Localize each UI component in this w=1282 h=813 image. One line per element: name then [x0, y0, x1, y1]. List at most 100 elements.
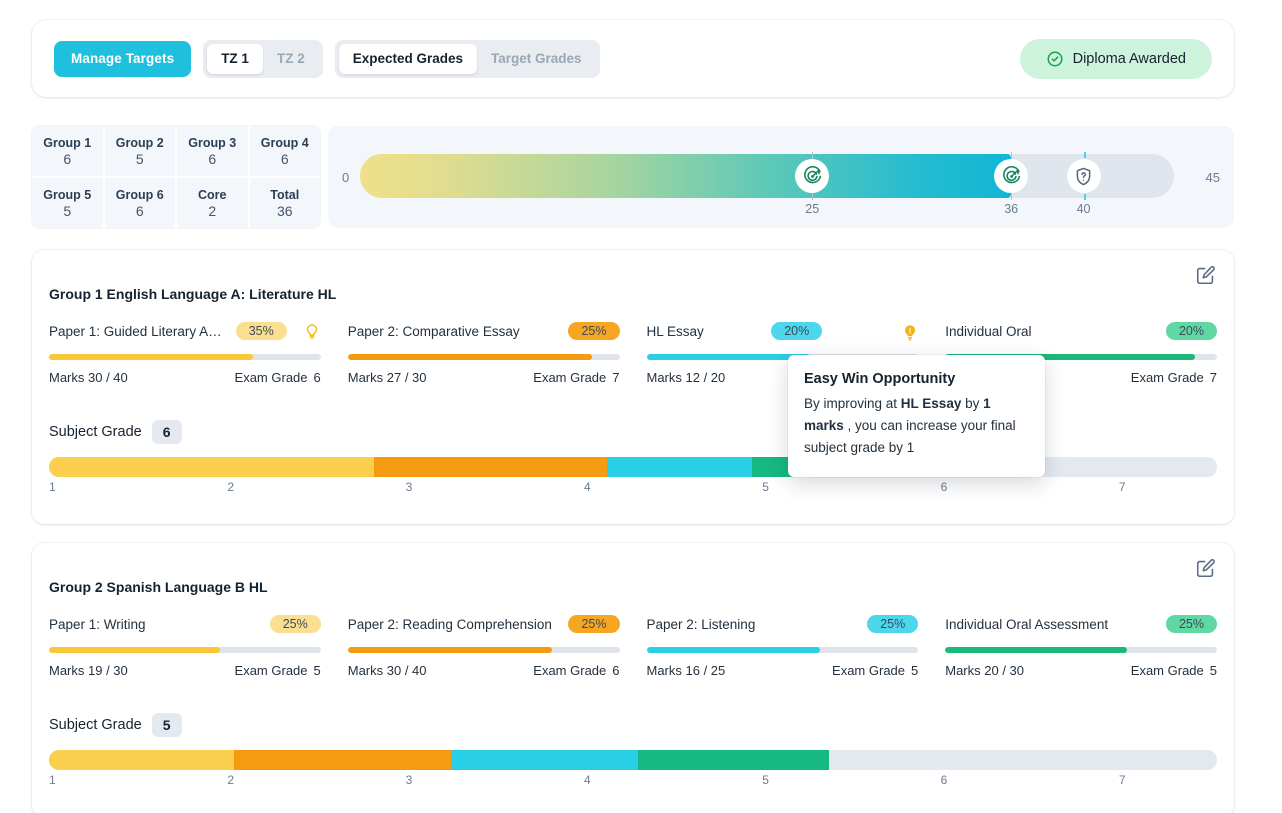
- subject-card-group-2: Group 2 Spanish Language B HL Paper 1: W…: [32, 543, 1234, 813]
- grade-scale-tick: 5: [762, 480, 769, 494]
- diploma-status-badge: Diploma Awarded: [1020, 39, 1212, 79]
- component-progress-bar: [945, 647, 1217, 653]
- group-value: 6: [136, 203, 144, 219]
- component-marks: Marks 16 / 25: [647, 663, 726, 678]
- tab-tz-1[interactable]: TZ 1: [207, 44, 263, 74]
- grade-band-segment: [374, 457, 608, 477]
- page-title-subject-2: Group 2 Spanish Language B HL: [49, 579, 268, 595]
- component-item[interactable]: Paper 2: Listening 25% Marks 16 / 25 Exa…: [647, 613, 919, 678]
- subject-grade-scale-labels: 1234567: [49, 773, 1217, 789]
- component-item[interactable]: Paper 2: Reading Comprehension 25% Marks…: [348, 613, 620, 678]
- group-label: Group 2: [116, 136, 164, 150]
- grade-scale-tick: 6: [941, 480, 948, 494]
- axis-max-label: 45: [1206, 170, 1220, 185]
- group-scores-grid: Group 1 6 Group 2 5 Group 3 6 Group 4 6 …: [32, 126, 320, 228]
- edit-square-icon[interactable]: [1194, 557, 1218, 581]
- weight-badge: 20%: [771, 322, 822, 340]
- marker-label: 25: [805, 202, 819, 216]
- group-label: Core: [198, 188, 226, 202]
- tab-expected-grades[interactable]: Expected Grades: [339, 44, 477, 74]
- weight-badge: 25%: [1166, 615, 1217, 633]
- grade-scale-tick: 3: [406, 480, 413, 494]
- grade-scale-tick: 1: [49, 773, 56, 787]
- page-title-subject-1: Group 1 English Language A: Literature H…: [49, 286, 336, 302]
- manage-targets-button[interactable]: Manage Targets: [54, 41, 191, 77]
- grade-scale-tick: 2: [227, 480, 234, 494]
- grade-scale-tick: 4: [584, 480, 591, 494]
- component-grade: Exam Grade6: [235, 370, 321, 385]
- component-marks: Marks 30 / 40: [348, 663, 427, 678]
- group-label: Group 4: [261, 136, 309, 150]
- group-cell: Group 3 6: [177, 126, 248, 176]
- shield-question-icon-marker-40[interactable]: [1070, 162, 1098, 190]
- component-name: Paper 2: Reading Comprehension: [348, 617, 552, 632]
- points-track: [360, 154, 1174, 198]
- subject-grade-scale-bar: [49, 750, 1217, 770]
- component-progress-bar: [49, 647, 321, 653]
- grade-band-segment: [638, 750, 830, 770]
- edit-square-icon[interactable]: [1194, 264, 1218, 288]
- component-progress-bar: [348, 354, 620, 360]
- subject-grade-label: Subject Grade: [49, 424, 142, 440]
- component-grade: Exam Grade5: [235, 663, 321, 678]
- lightbulb-icon-active[interactable]: [900, 322, 918, 340]
- subject-grade-row-1: Subject Grade 6: [49, 420, 182, 444]
- component-name: Paper 2: Listening: [647, 617, 756, 632]
- group-value: 36: [277, 203, 293, 219]
- component-name: Paper 1: Writing: [49, 617, 146, 632]
- lightbulb-icon[interactable]: [303, 322, 321, 340]
- component-marks: Marks 19 / 30: [49, 663, 128, 678]
- tooltip-title: Easy Win Opportunity: [804, 371, 1029, 387]
- grade-band-segment: [49, 750, 234, 770]
- grade-band-segment: [451, 750, 638, 770]
- group-value: 6: [63, 151, 71, 167]
- component-name: Individual Oral: [945, 324, 1031, 339]
- subject-grade-value: 5: [152, 713, 182, 737]
- group-value: 5: [63, 203, 71, 219]
- grade-scale-tick: 3: [406, 773, 413, 787]
- component-progress-bar: [647, 647, 919, 653]
- components-row-2: Paper 1: Writing 25% Marks 19 / 30 Exam …: [49, 613, 1217, 678]
- weight-badge: 20%: [1166, 322, 1217, 340]
- subject-grade-value: 6: [152, 420, 182, 444]
- component-marks: Marks 20 / 30: [945, 663, 1024, 678]
- component-item[interactable]: Paper 1: Writing 25% Marks 19 / 30 Exam …: [49, 613, 321, 678]
- group-label: Group 6: [116, 188, 164, 202]
- target-icon-marker-25[interactable]: [798, 162, 826, 190]
- tab-tz-2[interactable]: TZ 2: [263, 44, 319, 74]
- subject-card-group-1: Group 1 English Language A: Literature H…: [32, 250, 1234, 524]
- grade-band-segment: [234, 750, 451, 770]
- group-value: 5: [136, 151, 144, 167]
- component-progress-bar: [348, 647, 620, 653]
- component-name: Individual Oral Assessment: [945, 617, 1108, 632]
- tooltip-body: By improving at HL Essay by 1 marks , yo…: [804, 393, 1029, 459]
- subject-grade-label: Subject Grade: [49, 717, 142, 733]
- grade-scale-tick: 1: [49, 480, 56, 494]
- component-marks: Marks 12 / 20: [647, 370, 726, 385]
- subject-grade-scale-labels: 1234567: [49, 480, 1217, 496]
- component-grade: Exam Grade7: [1131, 370, 1217, 385]
- weight-badge: 25%: [568, 615, 619, 633]
- component-item[interactable]: Paper 2: Comparative Essay 25% Marks 27 …: [348, 320, 620, 385]
- grade-scale-tick: 5: [762, 773, 769, 787]
- group-cell-total: Total 36: [250, 178, 321, 228]
- easy-win-tooltip: Easy Win Opportunity By improving at HL …: [788, 355, 1045, 477]
- component-item[interactable]: Paper 1: Guided Literary Analysis 35% Ma…: [49, 320, 321, 385]
- group-value: 6: [281, 151, 289, 167]
- group-cell: Group 5 5: [32, 178, 103, 228]
- grade-band-segment: [829, 750, 1217, 770]
- tab-target-grades[interactable]: Target Grades: [477, 44, 596, 74]
- component-name: HL Essay: [647, 324, 704, 339]
- timezone-segmented-control[interactable]: TZ 1 TZ 2: [203, 40, 323, 78]
- marker-label: 40: [1077, 202, 1091, 216]
- component-item[interactable]: Individual Oral Assessment 25% Marks 20 …: [945, 613, 1217, 678]
- grade-scale-tick: 7: [1119, 773, 1126, 787]
- group-cell: Group 1 6: [32, 126, 103, 176]
- marker-label: 36: [1004, 202, 1018, 216]
- target-icon-marker-36[interactable]: [997, 162, 1025, 190]
- grade-mode-segmented-control[interactable]: Expected Grades Target Grades: [335, 40, 600, 78]
- grade-band-segment: [607, 457, 752, 477]
- component-grade: Exam Grade6: [533, 663, 619, 678]
- group-cell-core: Core 2: [177, 178, 248, 228]
- group-cell: Group 2 5: [105, 126, 176, 176]
